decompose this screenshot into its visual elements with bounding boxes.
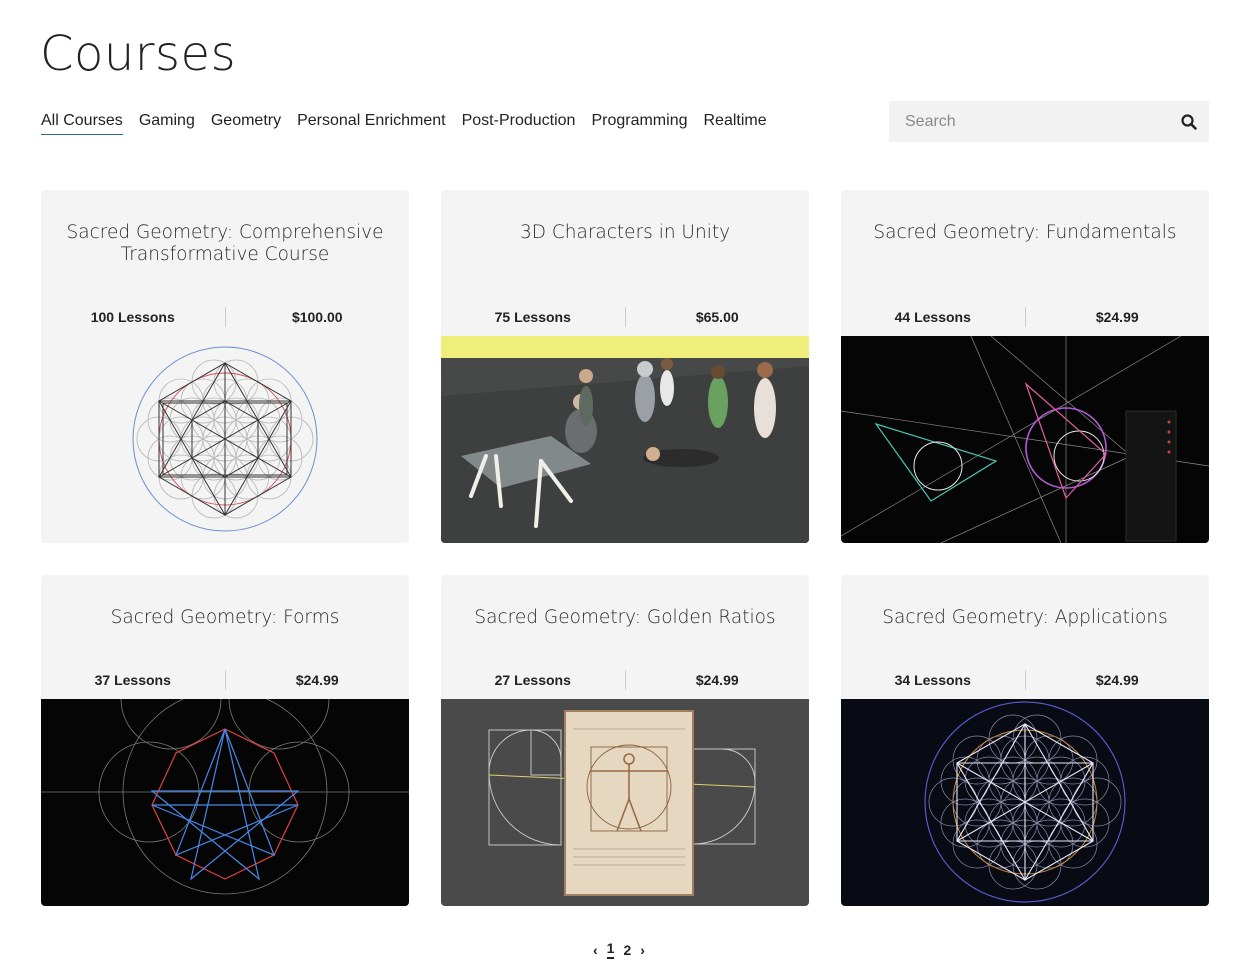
search-box xyxy=(889,101,1209,142)
course-price: $65.00 xyxy=(695,309,739,325)
course-meta: 37 Lessons $24.99 xyxy=(41,669,409,691)
lesson-count: 44 Lessons xyxy=(894,309,971,325)
lesson-count: 27 Lessons xyxy=(494,672,571,688)
course-price: $100.00 xyxy=(291,309,343,325)
course-price: $24.99 xyxy=(1095,672,1139,688)
search-input[interactable] xyxy=(889,101,1169,142)
search-icon[interactable] xyxy=(1169,101,1209,142)
pagination: ‹ 1 2 › xyxy=(593,940,645,959)
course-card[interactable]: Sacred Geometry: Forms 37 Lessons $24.99 xyxy=(41,575,409,906)
course-title[interactable]: Sacred Geometry: Golden Ratios xyxy=(461,607,789,629)
course-thumbnail[interactable] xyxy=(841,699,1209,906)
course-card[interactable]: Sacred Geometry: Comprehensive Transform… xyxy=(41,190,409,543)
filter-realtime[interactable]: Realtime xyxy=(703,112,766,135)
filter-geometry[interactable]: Geometry xyxy=(211,112,281,135)
course-thumbnail[interactable] xyxy=(841,336,1209,543)
lesson-count: 34 Lessons xyxy=(894,672,971,688)
course-price: $24.99 xyxy=(1095,309,1139,325)
lesson-count: 100 Lessons xyxy=(90,309,175,325)
lesson-count: 75 Lessons xyxy=(494,309,571,325)
course-thumbnail[interactable] xyxy=(41,336,409,543)
course-title[interactable]: Sacred Geometry: Applications xyxy=(861,607,1189,629)
page-link-2[interactable]: 2 xyxy=(623,942,631,958)
course-price: $24.99 xyxy=(695,672,739,688)
course-card[interactable]: 3D Characters in Unity 75 Lessons $65.00 xyxy=(441,190,809,543)
page-title: Courses xyxy=(40,26,237,82)
course-card[interactable]: Sacred Geometry: Applications 34 Lessons… xyxy=(841,575,1209,906)
lesson-count: 37 Lessons xyxy=(94,672,171,688)
course-card[interactable]: Sacred Geometry: Golden Ratios 27 Lesson… xyxy=(441,575,809,906)
course-thumbnail[interactable] xyxy=(441,336,809,543)
filter-personal-enrichment[interactable]: Personal Enrichment xyxy=(297,112,446,135)
filter-programming[interactable]: Programming xyxy=(591,112,687,135)
course-title[interactable]: Sacred Geometry: Comprehensive Transform… xyxy=(61,222,389,266)
course-card[interactable]: Sacred Geometry: Fundamentals 44 Lessons… xyxy=(841,190,1209,543)
filter-post-production[interactable]: Post-Production xyxy=(462,112,576,135)
next-page-chevron-icon[interactable]: › xyxy=(640,942,645,958)
course-meta: 44 Lessons $24.99 xyxy=(841,306,1209,328)
filter-all-courses[interactable]: All Courses xyxy=(41,112,123,135)
course-thumbnail[interactable] xyxy=(41,699,409,906)
course-meta: 34 Lessons $24.99 xyxy=(841,669,1209,691)
course-meta: 27 Lessons $24.99 xyxy=(441,669,809,691)
course-title[interactable]: 3D Characters in Unity xyxy=(461,222,789,244)
page-link-1[interactable]: 1 xyxy=(606,940,615,959)
course-title[interactable]: Sacred Geometry: Forms xyxy=(61,607,389,629)
prev-page-chevron-icon[interactable]: ‹ xyxy=(593,942,598,958)
course-meta: 75 Lessons $65.00 xyxy=(441,306,809,328)
course-price: $24.99 xyxy=(295,672,339,688)
course-title[interactable]: Sacred Geometry: Fundamentals xyxy=(861,222,1189,244)
filter-gaming[interactable]: Gaming xyxy=(139,112,195,135)
course-meta: 100 Lessons $100.00 xyxy=(41,306,409,328)
course-category-filters: All Courses Gaming Geometry Personal Enr… xyxy=(41,112,767,135)
course-thumbnail[interactable] xyxy=(441,699,809,906)
